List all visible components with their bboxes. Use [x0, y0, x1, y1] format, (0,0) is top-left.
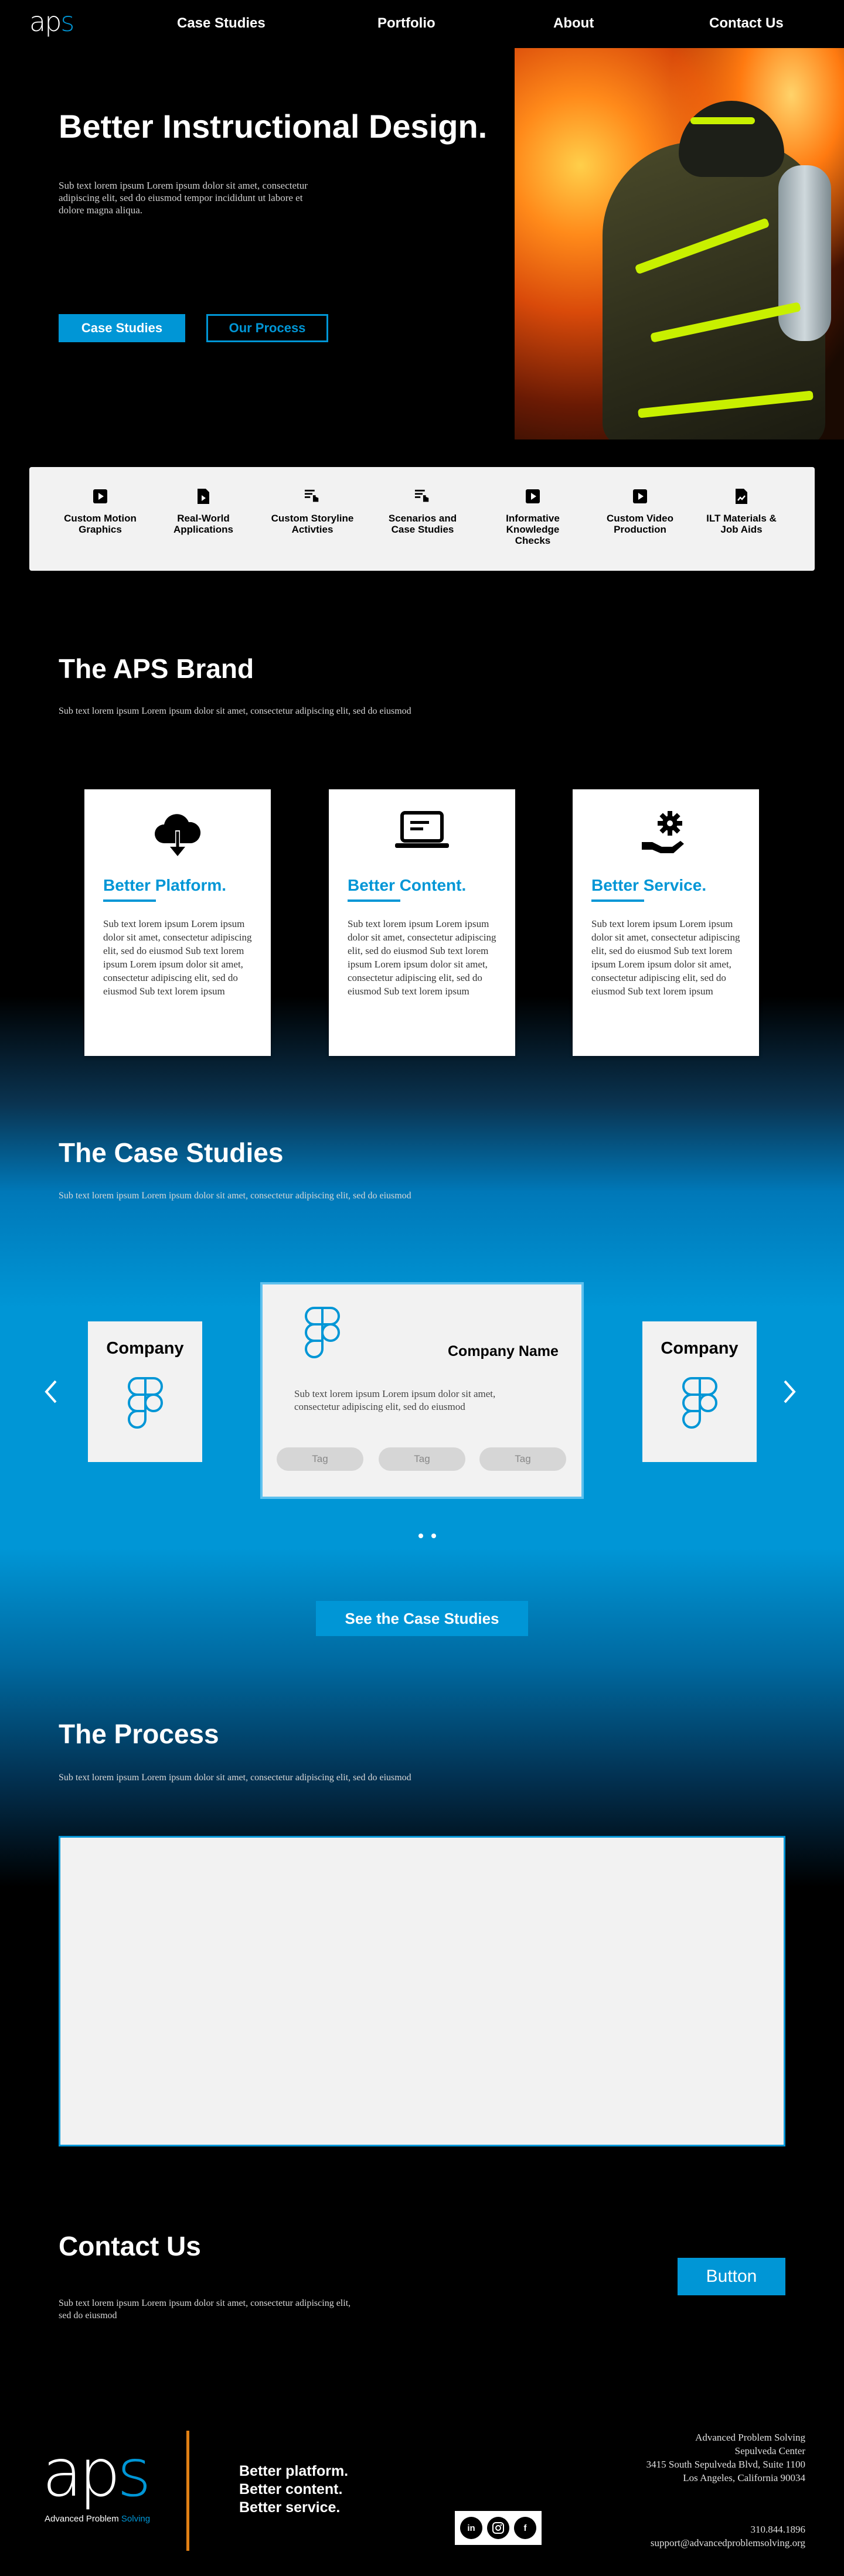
- service-ilt-materials-job-aids[interactable]: ILT Materials & Job Aids: [697, 488, 785, 535]
- figma-logo-icon: [127, 1377, 164, 1436]
- service-real-world-applications[interactable]: Real-World Applications: [159, 488, 247, 535]
- play-icon: [92, 488, 108, 505]
- facebook-icon[interactable]: f: [514, 2517, 536, 2539]
- case-card-right[interactable]: Company: [642, 1321, 757, 1462]
- hero-title: Better Instructional Design.: [59, 108, 488, 145]
- process-section-title: The Process: [59, 1719, 219, 1749]
- play-icon: [632, 488, 648, 505]
- footer-contact-info: 310.844.1896 support@advancedproblemsolv…: [651, 2523, 805, 2550]
- brand-card-service: Better Service. Sub text lorem ipsum Lor…: [573, 789, 759, 1056]
- footer-divider: [186, 2431, 189, 2551]
- case-company-name: Company Name: [448, 1343, 559, 1359]
- case-description: Sub text lorem ipsum Lorem ipsum dolor s…: [294, 1388, 496, 1412]
- footer-phone[interactable]: 310.844.1896: [651, 2523, 806, 2536]
- linkedin-icon[interactable]: in: [460, 2517, 482, 2539]
- chevron-left-icon[interactable]: [42, 1380, 60, 1403]
- case-studies-section-subtitle: Sub text lorem ipsum Lorem ipsum dolor s…: [59, 1191, 411, 1201]
- contact-section-title: Contact Us: [59, 2231, 201, 2261]
- nav-link-contact-us[interactable]: Contact Us: [709, 15, 784, 32]
- contact-section-subtitle: Sub text lorem ipsum Lorem ipsum dolor s…: [59, 2298, 351, 2321]
- footer-logo-caption: Advanced Problem Solving: [45, 2514, 151, 2524]
- brand-card-platform: Better Platform. Sub text lorem ipsum Lo…: [84, 789, 271, 1056]
- document-chart-icon: [733, 488, 750, 505]
- case-studies-button[interactable]: Case Studies: [59, 314, 185, 342]
- figma-logo-icon: [681, 1377, 719, 1436]
- brand-card-content: Better Content. Sub text lorem ipsum Lor…: [329, 789, 515, 1056]
- nav-link-portfolio[interactable]: Portfolio: [377, 15, 435, 32]
- nav-link-about[interactable]: About: [553, 15, 594, 32]
- service-custom-storyline-activities[interactable]: Custom Storyline Activties: [268, 488, 356, 535]
- services-bar: Custom Motion Graphics Real-World Applic…: [29, 467, 815, 571]
- hand-gear-icon: [573, 807, 759, 866]
- footer-tagline: Better platform. Better content. Better …: [239, 2463, 349, 2516]
- laptop-icon: [329, 807, 515, 866]
- service-custom-video-production[interactable]: Custom Video Production: [596, 488, 684, 535]
- chevron-right-icon[interactable]: [781, 1380, 798, 1403]
- social-links: in f: [455, 2511, 542, 2545]
- list-pointer-icon: [304, 488, 321, 505]
- instagram-icon[interactable]: [487, 2517, 509, 2539]
- contact-button[interactable]: Button: [678, 2258, 785, 2295]
- see-case-studies-button[interactable]: See the Case Studies: [316, 1601, 528, 1636]
- case-card-left[interactable]: Company: [88, 1321, 202, 1462]
- our-process-button[interactable]: Our Process: [206, 314, 328, 342]
- case-card-featured[interactable]: Company Name Sub text lorem ipsum Lorem …: [260, 1282, 584, 1499]
- cloud-download-icon: [84, 807, 271, 866]
- case-studies-section-title: The Case Studies: [59, 1137, 284, 1168]
- play-icon: [525, 488, 541, 505]
- footer-email[interactable]: support@advancedproblemsolving.org: [651, 2536, 805, 2550]
- figma-logo-icon: [304, 1307, 341, 1366]
- service-informative-knowledge-checks[interactable]: Informative Knowledge Checks: [489, 488, 577, 546]
- case-tag[interactable]: Tag: [479, 1447, 566, 1471]
- hero-subtitle: Sub text lorem ipsum Lorem ipsum dolor s…: [59, 180, 308, 216]
- top-nav: aps Case Studies Portfolio About Contact…: [0, 0, 844, 47]
- case-tag[interactable]: Tag: [277, 1447, 363, 1471]
- hero-firefighter-image: [515, 48, 844, 439]
- carousel-dot[interactable]: [431, 1534, 436, 1538]
- aps-logo[interactable]: aps: [29, 8, 74, 35]
- case-tag[interactable]: Tag: [379, 1447, 465, 1471]
- service-custom-motion-graphics[interactable]: Custom Motion Graphics: [56, 488, 144, 535]
- carousel-dot[interactable]: [418, 1534, 423, 1538]
- footer-address: Advanced Problem Solving Sepulveda Cente…: [646, 2432, 805, 2483]
- service-scenarios-case-studies[interactable]: Scenarios and Case Studies: [379, 488, 467, 535]
- brand-section-subtitle: Sub text lorem ipsum Lorem ipsum dolor s…: [59, 706, 411, 716]
- process-content-placeholder: [59, 1836, 785, 2146]
- brand-section-title: The APS Brand: [59, 653, 254, 684]
- nav-link-case-studies[interactable]: Case Studies: [177, 15, 266, 32]
- footer-aps-logo[interactable]: aps: [42, 2441, 151, 2506]
- process-section-subtitle: Sub text lorem ipsum Lorem ipsum dolor s…: [59, 1773, 411, 1783]
- document-play-icon: [195, 488, 212, 505]
- list-pointer-icon: [414, 488, 431, 505]
